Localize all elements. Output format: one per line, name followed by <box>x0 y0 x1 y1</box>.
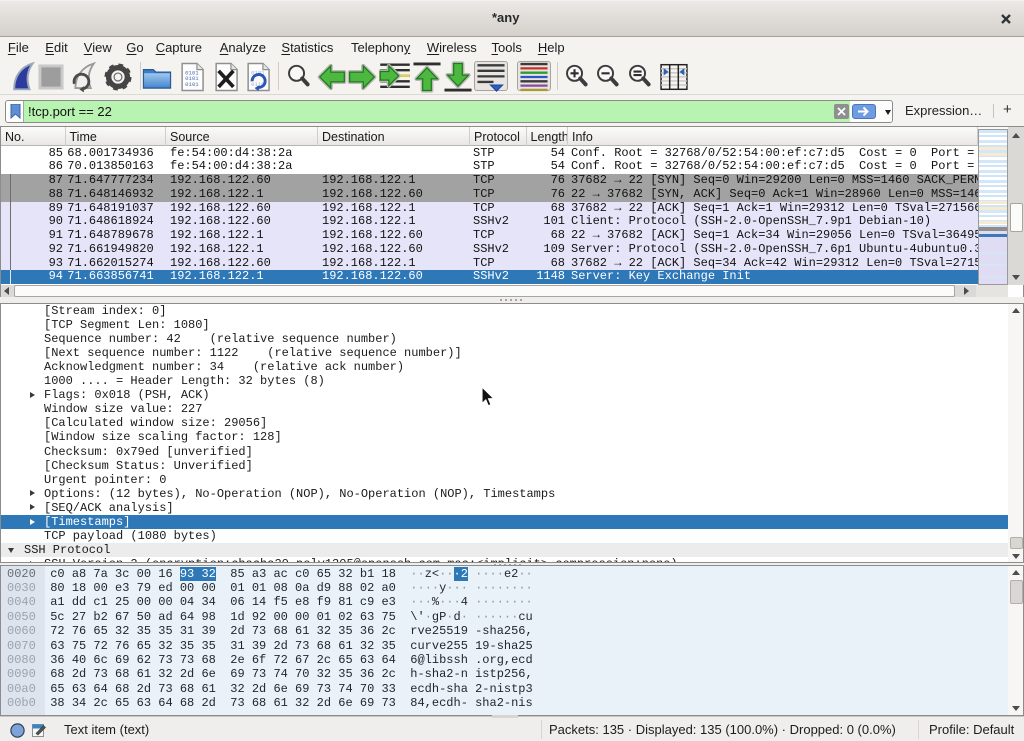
svg-text:0101: 0101 <box>185 80 199 87</box>
